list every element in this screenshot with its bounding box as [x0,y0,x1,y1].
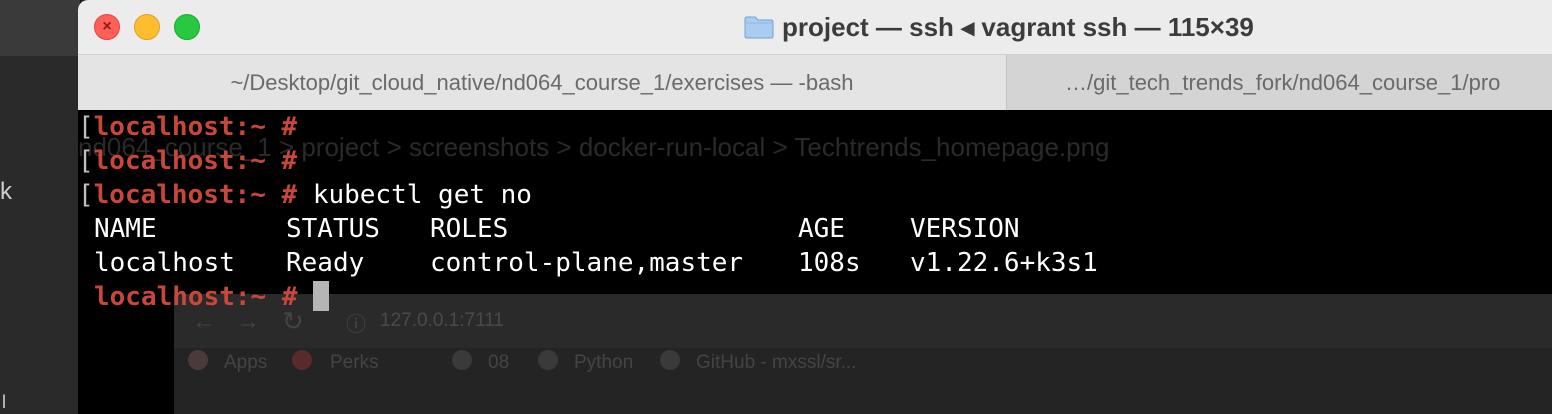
table-row: localhost Ready control-plane,master 108s v1… [78,246,1098,280]
desktop: k l × project — ssh ◂ vagrant ssh — 115×… [0,0,1552,414]
bookmark-python: Python [574,352,634,373]
github-icon [538,350,558,370]
text-cursor [313,281,330,311]
window-title: project — ssh ◂ vagrant ssh — 115×39 [744,10,1254,44]
column-header: NAME [94,214,157,244]
shell-prompt: localhost:~ # [94,282,298,312]
background-window: k l [0,0,81,414]
line-marker: [ [78,146,94,176]
command-sep [297,180,313,210]
table-cell: control-plane,master [430,248,744,278]
tab-exercises-bash[interactable]: ~/Desktop/git_cloud_native/nd064_course_… [78,55,1007,110]
terminal-line: [localhost:~ # kubectl get no [78,178,1098,212]
column-header: STATUS [286,214,380,244]
tab-label: …/git_tech_trends_fork/nd064_course_1/pr… [1065,69,1501,95]
github-icon [660,350,680,370]
table-cell: 108s [798,248,861,278]
line-marker: [ [78,112,94,142]
tab-bar: ~/Desktop/git_cloud_native/nd064_course_… [78,55,1552,110]
terminal-line: localhost:~ # [78,280,1098,314]
table-cell: Ready [286,248,365,278]
line-marker: [ [78,180,94,210]
shell-prompt: localhost:~ # [93,112,298,142]
bookmark-08: 08 [488,352,510,373]
bookmark-apps: Apps [224,352,268,373]
command-sep [298,282,314,312]
close-icon: × [102,18,112,35]
bookmark-perks: Perks [330,352,379,373]
table-cell: localhost [94,248,235,278]
perks-icon [292,350,312,370]
folder-icon [744,16,774,39]
background-window-titlebar [0,0,80,56]
bookmark-08-icon [452,350,472,370]
bookmark-github: GitHub - mxssl/sr... [696,352,857,373]
column-header: AGE [798,214,845,244]
shell-prompt: localhost:~ # [93,146,298,176]
column-header: VERSION [910,214,1020,244]
terminal-lines: [localhost:~ # [localhost:~ # [localhost… [78,110,1098,314]
minimize-button[interactable] [134,14,160,40]
table-header: NAME STATUS ROLES AGE VERSION [78,212,1098,246]
command-text: kubectl get no [312,180,532,210]
column-header: ROLES [430,214,509,244]
terminal-content[interactable]: nd064_course_1 > project > screenshots >… [78,110,1552,414]
table-cell: v1.22.6+k3s1 [910,248,1098,278]
window-title-text: project — ssh ◂ vagrant ssh — 115×39 [782,11,1254,42]
shell-prompt: localhost:~ # [93,180,298,210]
terminal-line: [localhost:~ # [78,110,1098,144]
close-button[interactable]: × [94,14,120,40]
titlebar: × project — ssh ◂ vagrant ssh — 115×39 [78,0,1552,55]
apps-icon [188,350,208,370]
background-window-glyph: k [0,178,12,205]
terminal-line: [localhost:~ # [78,144,1098,178]
terminal-window: × project — ssh ◂ vagrant ssh — 115×39 ~… [78,0,1552,414]
tab-label: ~/Desktop/git_cloud_native/nd064_course_… [230,69,854,95]
zoom-button[interactable] [174,14,200,40]
tab-tech-trends[interactable]: …/git_tech_trends_fork/nd064_course_1/pr… [1007,55,1552,110]
background-window-glyph-bottom: l [2,392,6,412]
